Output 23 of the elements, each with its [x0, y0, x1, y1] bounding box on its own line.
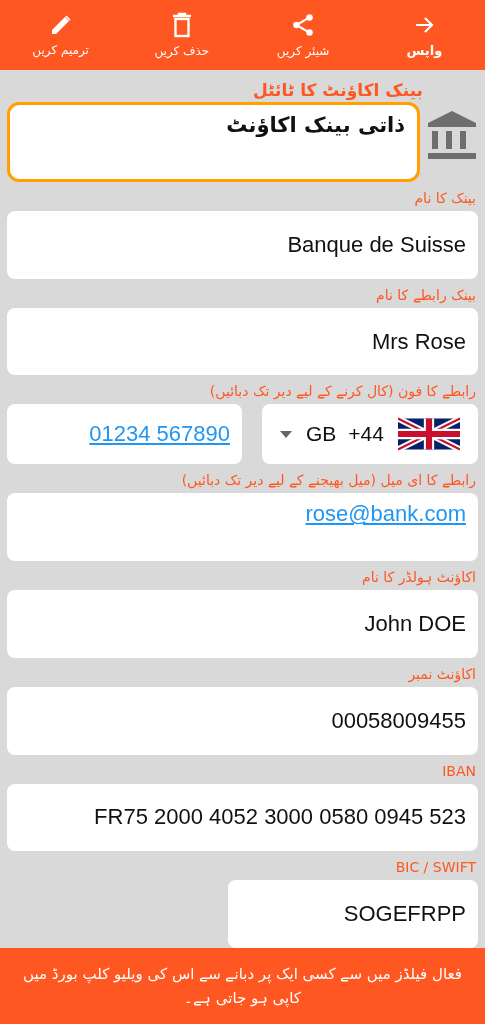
- field-label: IBAN: [442, 762, 476, 779]
- field-label: بینک رابطے کا نام: [375, 286, 476, 303]
- text-field[interactable]: Banque de Suisse: [7, 211, 478, 279]
- field-label: BIC / SWIFT: [395, 859, 476, 876]
- text-field[interactable]: FR75 2000 4052 3000 0580 0945 523: [7, 783, 478, 852]
- hint-text: فعال فیلڈز میں سے کسی ایک پر دبانے سے اس کی ویلیو کلپ بورڈ میں کاپی ہو جاتی ہے۔: [22, 964, 463, 1010]
- flag-icon: [397, 417, 460, 452]
- field-label: اکاؤنٹ نمبر: [408, 665, 476, 682]
- text-field[interactable]: 00058009455: [7, 686, 478, 755]
- bank-icon: [426, 110, 478, 162]
- title-field[interactable]: ذاتی بینک اکاؤنٹ: [7, 102, 420, 182]
- country-code: GB: [306, 422, 337, 447]
- text-field[interactable]: SOGEFRPP: [228, 880, 478, 948]
- field-label: بینک اکاؤنٹ کا ٹائٹل: [253, 80, 423, 100]
- field-label: رابطے کا ای میل (میل بھیجنے کے لیے دیر تک دبائیں): [181, 472, 476, 489]
- text-field[interactable]: Mrs Rose: [7, 307, 478, 376]
- text-field[interactable]: John DOE: [7, 590, 478, 658]
- field-label: اکاؤنٹ ہولڈر کا نام: [362, 569, 476, 586]
- field-label: بینک کا نام: [414, 190, 476, 206]
- dial-code: +44: [348, 422, 384, 447]
- caret-icon: [280, 430, 292, 438]
- country-picker[interactable]: GB +44: [262, 404, 478, 465]
- field-label: رابطے کا فون (کال کرنے کے لیے دیر تک دبائیں): [209, 383, 476, 400]
